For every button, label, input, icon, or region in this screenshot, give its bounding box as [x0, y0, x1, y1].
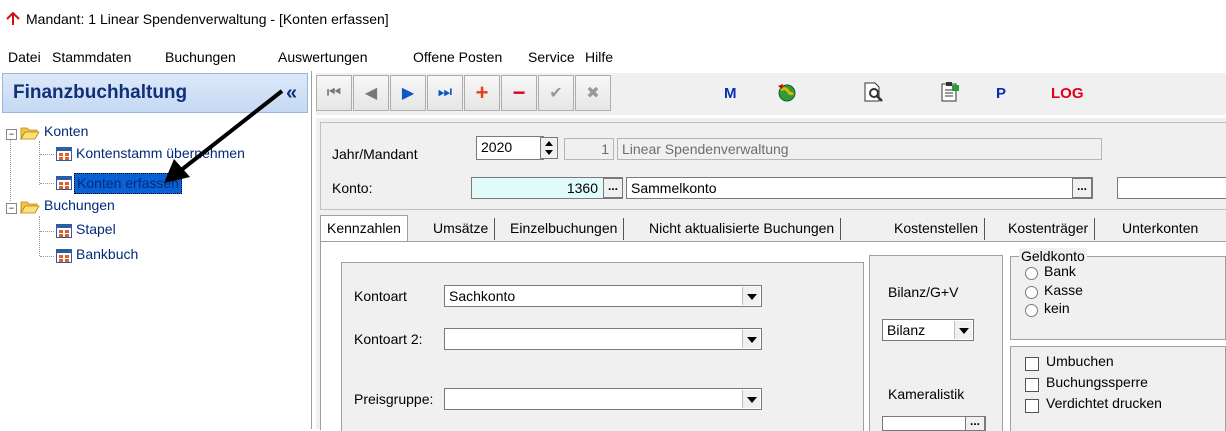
first-record-button[interactable]: ⏮	[316, 75, 352, 111]
tree-node-bankbuch[interactable]: Bankbuch	[76, 246, 138, 266]
bilanz-label: Bilanz/G+V	[888, 284, 959, 300]
globe-icon[interactable]	[776, 82, 798, 102]
menu-hilfe[interactable]: Hilfe	[585, 49, 613, 65]
preisgruppe-label: Preisgruppe:	[354, 391, 434, 407]
radio-bank[interactable]	[1025, 267, 1038, 280]
checkbox-umbuchen-label: Umbuchen	[1046, 353, 1114, 369]
app-icon	[6, 12, 20, 25]
delete-record-button[interactable]: −	[501, 75, 537, 111]
bilanz-value: Bilanz	[887, 322, 926, 338]
radio-kasse[interactable]	[1025, 286, 1038, 299]
menu-buchungen[interactable]: Buchungen	[165, 49, 236, 65]
mandant-name: Linear Spendenverwaltung	[617, 138, 1102, 160]
tab-kennzahlen[interactable]: Kennzahlen	[320, 215, 408, 242]
kontoart-select[interactable]: Sachkonto	[444, 285, 762, 307]
menu-datei[interactable]: Datei	[8, 49, 41, 65]
checkbox-umbuchen[interactable]	[1025, 357, 1039, 371]
window-title: Mandant: 1 Linear Spendenverwaltung - [K…	[26, 11, 389, 27]
radio-bank-label: Bank	[1044, 263, 1076, 279]
tab-umsaetze[interactable]: Umsätze	[427, 218, 496, 240]
jahr-spinner[interactable]	[540, 137, 558, 159]
geldkonto-label: Geldkonto	[1019, 248, 1087, 264]
kennzahlen-panel: Kontoart Sachkonto Kontoart 2: Preisgrup…	[320, 241, 1226, 431]
tree-node-buchungen[interactable]: Buchungen	[44, 197, 115, 217]
confirm-button[interactable]: ✔	[538, 75, 574, 111]
tab-nicht-aktualisierte-buchungen[interactable]: Nicht aktualisierte Buchungen	[643, 218, 842, 240]
checkbox-buchungssperre[interactable]	[1025, 378, 1039, 392]
expand-konten-icon[interactable]: −	[6, 129, 17, 140]
jahr-mandant-label: Jahr/Mandant	[332, 146, 418, 162]
konto-label: Konto:	[332, 180, 373, 196]
menu-stammdaten[interactable]: Stammdaten	[52, 49, 131, 65]
options-group: Umbuchen Buchungssperre Verdichtet druck…	[1010, 346, 1226, 431]
chevron-down-icon	[742, 390, 760, 408]
kontoart2-select[interactable]	[444, 328, 762, 350]
last-record-button[interactable]: ⏭	[427, 75, 463, 111]
table-icon	[56, 249, 72, 263]
p-button[interactable]: P	[996, 85, 1006, 102]
search-document-icon[interactable]	[862, 81, 884, 103]
menu-service[interactable]: Service	[528, 49, 575, 65]
menu-bar: Datei Stammdaten Buchungen Auswertungen …	[0, 46, 1226, 70]
checkbox-verdichtet-drucken[interactable]	[1025, 399, 1039, 413]
tab-einzelbuchungen[interactable]: Einzelbuchungen	[504, 218, 625, 240]
jahr-input[interactable]: 2020	[476, 136, 544, 160]
next-record-button[interactable]: ▶	[390, 75, 426, 111]
radio-kein[interactable]	[1025, 304, 1038, 317]
add-record-button[interactable]: +	[464, 75, 500, 111]
checkbox-verdichtet-drucken-label: Verdichtet drucken	[1046, 395, 1162, 411]
folder-open-icon	[20, 127, 40, 140]
title-bar: Mandant: 1 Linear Spendenverwaltung - [K…	[0, 0, 1226, 42]
konto-name-input[interactable]: Sammelkonto	[626, 177, 1093, 199]
radio-kasse-label: Kasse	[1044, 282, 1083, 298]
menu-offene-posten[interactable]: Offene Posten	[413, 49, 502, 65]
konten-form: Jahr/Mandant 2020 1 Linear Spendenverwal…	[316, 118, 1226, 431]
spinner-arrows-icon	[545, 141, 553, 155]
preisgruppe-select[interactable]	[444, 388, 762, 410]
log-button[interactable]: LOG	[1051, 85, 1084, 102]
bilanz-select[interactable]: Bilanz	[882, 319, 974, 341]
mandant-number: 1	[564, 138, 614, 160]
checkbox-buchungssperre-label: Buchungssperre	[1046, 374, 1148, 390]
kameralistik-label: Kameralistik	[888, 386, 965, 402]
chevron-down-icon	[742, 330, 760, 348]
geldkonto-group: Geldkonto Bank Kasse kein	[1010, 248, 1226, 340]
radio-kein-label: kein	[1044, 300, 1070, 316]
chevron-down-icon	[742, 287, 760, 305]
tab-kostentraeger[interactable]: Kostenträger	[1002, 218, 1096, 240]
cancel-button[interactable]: ✖	[575, 75, 611, 111]
kontoart2-label: Kontoart 2:	[354, 331, 423, 347]
tree-node-stapel[interactable]: Stapel	[76, 221, 116, 241]
konto-extra-input[interactable]	[1117, 177, 1226, 199]
tab-kostenstellen[interactable]: Kostenstellen	[888, 218, 986, 240]
konto-input[interactable]: 1360	[471, 177, 623, 199]
tab-unterkonten[interactable]: Unterkonten	[1116, 218, 1204, 240]
menu-auswertungen[interactable]: Auswertungen	[278, 49, 368, 65]
kontoart-label: Kontoart	[354, 288, 407, 304]
folder-open-icon	[20, 201, 40, 214]
expand-buchungen-icon[interactable]: −	[6, 203, 17, 214]
m-button[interactable]: M	[724, 85, 737, 102]
previous-record-button[interactable]: ◀	[353, 75, 389, 111]
record-toolbar: ⏮ ◀ ▶ ⏭ + − ✔ ✖ M P LOG	[316, 73, 1226, 115]
navigation-panel: Finanzbuchhaltung « − Konten Kontenstamm…	[0, 71, 312, 429]
table-icon	[56, 147, 72, 161]
table-icon	[56, 176, 72, 190]
annotation-arrow-icon	[164, 89, 284, 183]
tab-strip: Kennzahlen Umsätze Einzelbuchungen Nicht…	[320, 215, 1226, 242]
kontoart-group: Kontoart Sachkonto Kontoart 2: Preisgrup…	[341, 262, 864, 431]
bilanz-group: Bilanz/G+V Bilanz Kameralistik ...	[869, 255, 1003, 431]
tree-node-konten[interactable]: Konten	[44, 123, 88, 143]
kontoart-value: Sachkonto	[449, 288, 516, 304]
header-fields: Jahr/Mandant 2020 1 Linear Spendenverwal…	[320, 122, 1226, 210]
konto-name-lookup-button[interactable]: ...	[1072, 178, 1092, 198]
table-icon	[56, 224, 72, 238]
chevron-down-icon	[954, 321, 972, 339]
konto-lookup-button[interactable]: ...	[603, 178, 623, 198]
clipboard-icon[interactable]	[939, 81, 961, 103]
